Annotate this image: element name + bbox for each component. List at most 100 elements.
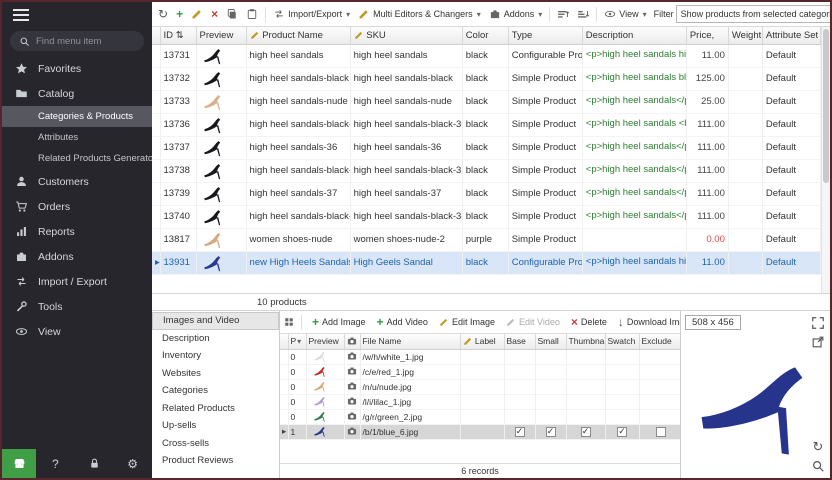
sidebar-item-view[interactable]: View <box>2 319 152 344</box>
base-checkbox[interactable]: ✓ <box>515 427 525 437</box>
open-external-icon[interactable] <box>811 335 825 349</box>
sidebar-item-orders[interactable]: Orders <box>2 194 152 219</box>
sidebar-item-import-export[interactable]: Import / Export <box>2 269 152 294</box>
sidebar-item-tools[interactable]: Tools <box>2 294 152 319</box>
multi-editors-menu[interactable]: Multi Editors & Changers ▾ <box>355 6 484 22</box>
paste-button[interactable] <box>243 6 261 22</box>
product-row[interactable]: 13736 high heel sandals-black-36 high he… <box>152 113 821 136</box>
edit-image-button[interactable]: Edit Image <box>436 315 498 329</box>
tab-inventory[interactable]: Inventory <box>152 347 279 365</box>
product-row[interactable]: 13738 high heel sandals-black-37 high he… <box>152 159 821 182</box>
column-header-camera[interactable] <box>344 334 360 349</box>
image-row[interactable]: 0 /l/i/lilac_1.jpg <box>280 394 682 409</box>
add-product-button[interactable]: + <box>173 6 186 22</box>
image-row[interactable]: 0 /w/h/white_1.jpg <box>280 349 682 364</box>
column-header-preview[interactable]: Preview <box>196 27 246 44</box>
addons-menu[interactable]: Addons ▾ <box>486 6 546 22</box>
fullscreen-icon[interactable] <box>811 316 825 330</box>
copy-button[interactable] <box>223 6 241 22</box>
add-image-button[interactable]: +Add Image <box>309 314 369 330</box>
product-row[interactable]: 13817 women shoes-nude women shoes-nude-… <box>152 228 821 251</box>
store-button[interactable] <box>2 449 36 478</box>
column-header-attribute-set[interactable]: Attribute Set Name <box>762 27 820 44</box>
cell-id: 13739 <box>160 182 196 205</box>
column-header-base[interactable]: Base <box>504 334 535 349</box>
magnifier-icon[interactable] <box>811 459 825 473</box>
scrollbar-thumb[interactable] <box>823 29 829 183</box>
cell-preview <box>306 349 344 364</box>
product-row[interactable]: 13733 high heel sandals-nude high heel s… <box>152 90 821 113</box>
product-row[interactable]: 13740 high heel sandals-black-38 high he… <box>152 205 821 228</box>
edit-video-button[interactable]: Edit Video <box>503 315 563 329</box>
selected-row-marker-icon: ▸ <box>155 257 160 268</box>
tab-up-sells[interactable]: Up-sells <box>152 417 279 435</box>
tab-categories[interactable]: Categories <box>152 382 279 400</box>
sidebar-item-customers[interactable]: Customers <box>2 169 152 194</box>
column-header-position[interactable]: P▾ <box>288 334 306 349</box>
product-row[interactable]: 13731 high heel sandals high heel sandal… <box>152 44 821 67</box>
column-header-file-name[interactable]: File Name <box>360 334 460 349</box>
rotate-icon[interactable]: ↻ <box>811 440 825 454</box>
import-export-menu[interactable]: Import/Export ▾ <box>270 6 353 22</box>
product-row[interactable]: 13732 high heel sandals-black high heel … <box>152 67 821 90</box>
product-row[interactable]: 13739 high heel sandals-37 high heel san… <box>152 182 821 205</box>
cell-weight <box>728 228 762 251</box>
tab-images-and-video[interactable]: Images and Video <box>152 312 279 330</box>
sidebar-item-related-products-generator[interactable]: Related Products Generator <box>2 148 152 169</box>
column-header-small[interactable]: Small <box>535 334 566 349</box>
column-header-swatch[interactable]: Swatch <box>605 334 639 349</box>
sidebar-item-attributes[interactable]: Attributes <box>2 127 152 148</box>
category-filter-select[interactable]: Show products from selected categories ▾ <box>676 5 832 23</box>
tab-cross-sells[interactable]: Cross-sells <box>152 435 279 453</box>
tab-related-products[interactable]: Related Products <box>152 400 279 418</box>
column-header-type[interactable]: Type <box>508 27 582 44</box>
refresh-button[interactable]: ↻ <box>155 6 171 22</box>
column-header-label[interactable]: Label <box>460 334 504 349</box>
image-row[interactable]: 0 /c/e/red_1.jpg <box>280 364 682 379</box>
sidebar-item-catalog[interactable]: Catalog <box>2 81 152 106</box>
swatch-checkbox[interactable]: ✓ <box>617 427 627 437</box>
image-row-selected[interactable]: ▸ 1 /b/1/blue_6.jpg ✓ ✓ ✓ ✓ <box>280 424 682 439</box>
sort-descending-button[interactable] <box>574 6 592 22</box>
sidebar-item-reports[interactable]: Reports <box>2 219 152 244</box>
add-video-button[interactable]: +Add Video <box>374 314 431 330</box>
exclude-checkbox[interactable] <box>656 427 666 437</box>
column-header-description[interactable]: Description <box>582 27 686 44</box>
column-header-price[interactable]: Price, <box>686 27 728 44</box>
column-header-exclude[interactable]: Exclude <box>639 334 682 349</box>
sidebar-item-favorites[interactable]: Favorites <box>2 56 152 81</box>
thumbnail-checkbox[interactable]: ✓ <box>581 427 591 437</box>
sidebar-item-addons[interactable]: Addons <box>2 244 152 269</box>
cell-small <box>535 364 566 379</box>
tab-product-reviews[interactable]: Product Reviews <box>152 452 279 470</box>
column-header-weight[interactable]: Weight <box>728 27 762 44</box>
cell-color: black <box>462 251 508 274</box>
download-image-button[interactable]: ↓Download Image <box>615 314 680 330</box>
menu-search-input[interactable]: Find menu item <box>10 31 144 51</box>
hamburger-menu-button[interactable] <box>2 2 152 28</box>
sidebar-item-categories-products[interactable]: Categories & Products <box>2 106 152 127</box>
column-header-sku[interactable]: SKU <box>350 27 462 44</box>
image-row[interactable]: 0 /n/u/nude.jpg <box>280 379 682 394</box>
product-row-selected[interactable]: ▸ 13931 new High Heels Sandals High Geel… <box>152 251 821 274</box>
cell-swatch: ✓ <box>605 424 639 439</box>
column-header-color[interactable]: Color <box>462 27 508 44</box>
image-row[interactable]: 0 /g/r/green_2.jpg <box>280 409 682 424</box>
view-menu[interactable]: View ▾ <box>601 6 649 22</box>
edit-product-button[interactable] <box>188 6 206 22</box>
delete-product-button[interactable]: × <box>208 6 221 22</box>
settings-button[interactable]: ⚙ <box>113 457 152 471</box>
delete-image-button[interactable]: ×Delete <box>568 314 610 330</box>
product-row[interactable]: 13737 high heel sandals-36 high heel san… <box>152 136 821 159</box>
column-header-preview[interactable]: Preview <box>306 334 344 349</box>
column-header-product-name[interactable]: Product Name <box>246 27 350 44</box>
small-checkbox[interactable]: ✓ <box>546 427 556 437</box>
column-header-thumbnail[interactable]: Thumbna <box>566 334 605 349</box>
column-header-id[interactable]: ID ⇅ <box>160 27 196 44</box>
tab-description[interactable]: Description <box>152 330 279 348</box>
sort-ascending-button[interactable] <box>554 6 572 22</box>
help-button[interactable]: ? <box>36 457 75 471</box>
lock-button[interactable] <box>75 457 114 470</box>
grid-vertical-scrollbar[interactable] <box>821 27 830 293</box>
tab-websites[interactable]: Websites <box>152 365 279 383</box>
